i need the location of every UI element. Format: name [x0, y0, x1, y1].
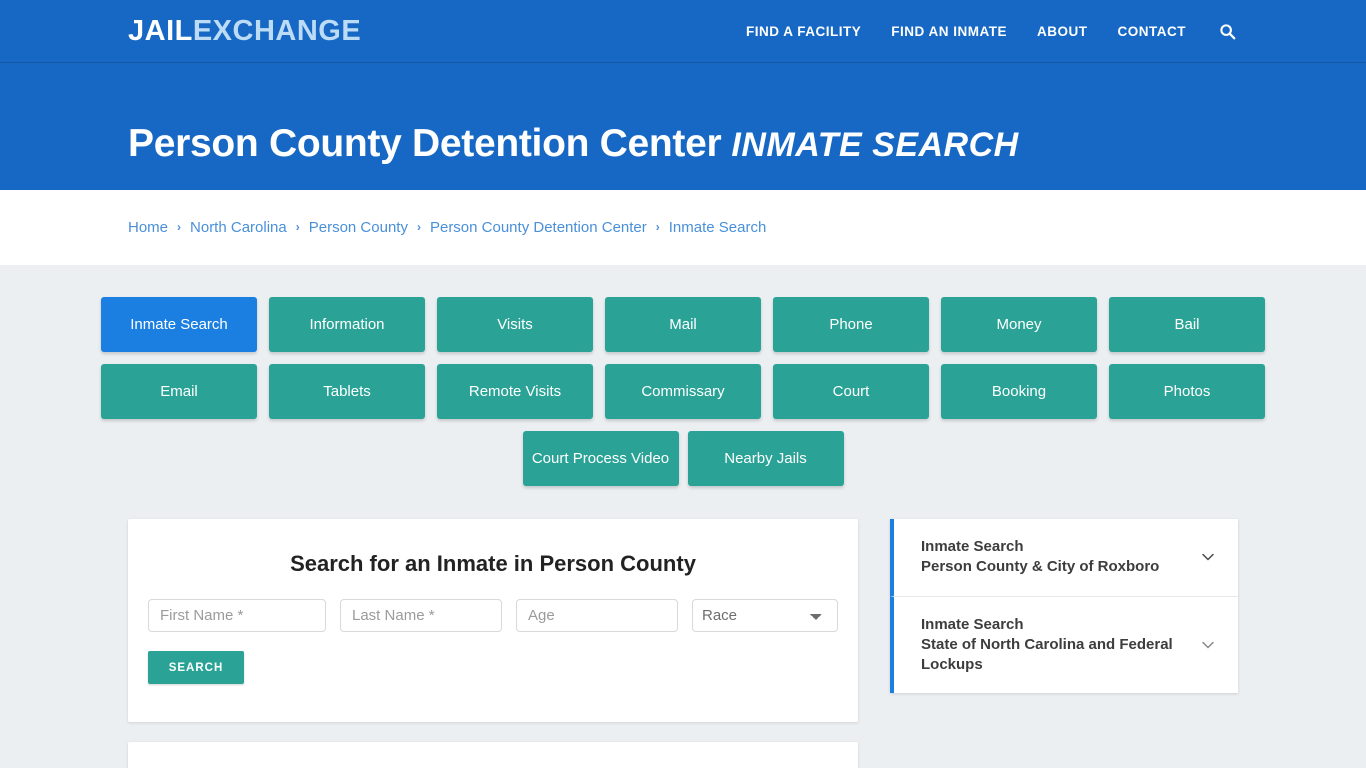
- facility-tabs-row-3: Court Process Video Nearby Jails: [128, 431, 1238, 486]
- tab-photos[interactable]: Photos: [1109, 364, 1265, 419]
- search-icon[interactable]: [1201, 23, 1238, 40]
- accordion-item-person-county[interactable]: Inmate Search Person County & City of Ro…: [890, 519, 1238, 597]
- tab-information[interactable]: Information: [269, 297, 425, 352]
- right-column: Inmate Search Person County & City of Ro…: [890, 519, 1238, 694]
- logo-text-jail: JAIL: [128, 15, 193, 47]
- page-title-section: INMATE SEARCH: [731, 126, 1019, 165]
- inmate-search-card: Search for an Inmate in Person County Ra…: [128, 519, 858, 722]
- tab-tablets[interactable]: Tablets: [269, 364, 425, 419]
- site-logo[interactable]: JAILEXCHANGE: [128, 17, 361, 46]
- tab-money[interactable]: Money: [941, 297, 1097, 352]
- search-submit-button[interactable]: SEARCH: [148, 651, 244, 684]
- breadcrumb-item-north-carolina[interactable]: North Carolina: [190, 219, 287, 236]
- facility-tabs: Inmate Search Information Visits Mail Ph…: [101, 297, 1265, 486]
- main-content: Inmate Search Information Visits Mail Ph…: [0, 265, 1366, 768]
- breadcrumb-item-detention-center[interactable]: Person County Detention Center: [430, 219, 647, 236]
- tab-email[interactable]: Email: [101, 364, 257, 419]
- last-name-input[interactable]: [340, 599, 502, 632]
- breadcrumb-separator-icon: ›: [177, 219, 182, 234]
- tab-bail[interactable]: Bail: [1109, 297, 1265, 352]
- breadcrumb-item-person-county[interactable]: Person County: [309, 219, 408, 236]
- content-columns: Search for an Inmate in Person County Ra…: [128, 519, 1238, 768]
- tab-court[interactable]: Court: [773, 364, 929, 419]
- nav-item-find-a-facility[interactable]: FIND A FACILITY: [731, 24, 876, 39]
- inmate-search-accordion: Inmate Search Person County & City of Ro…: [890, 519, 1238, 694]
- breadcrumb-separator-icon: ›: [416, 219, 421, 234]
- tab-inmate-search[interactable]: Inmate Search: [101, 297, 257, 352]
- tab-nearby-jails[interactable]: Nearby Jails: [687, 431, 844, 486]
- page-title: Person County Detention Center INMATE SEA…: [128, 122, 1019, 166]
- race-select[interactable]: Race: [692, 599, 838, 632]
- chevron-down-icon[interactable]: [1200, 637, 1216, 653]
- breadcrumb-separator-icon: ›: [295, 219, 300, 234]
- breadcrumb-item-inmate-search[interactable]: Inmate Search: [669, 219, 767, 236]
- nav-item-about[interactable]: ABOUT: [1022, 24, 1103, 39]
- left-column: Search for an Inmate in Person County Ra…: [128, 519, 858, 768]
- secondary-results-card: [128, 742, 858, 768]
- accordion-item-subtitle: Person County & City of Roxboro: [921, 558, 1160, 576]
- top-navbar: JAILEXCHANGE FIND A FACILITY FIND AN INM…: [0, 0, 1366, 63]
- tab-phone[interactable]: Phone: [773, 297, 929, 352]
- breadcrumb-item-home[interactable]: Home: [128, 219, 168, 236]
- breadcrumb-bar: Home › North Carolina › Person County › …: [0, 190, 1366, 265]
- page-title-facility: Person County Detention Center: [128, 122, 722, 166]
- chevron-down-icon[interactable]: [1200, 549, 1216, 565]
- tab-commissary[interactable]: Commissary: [605, 364, 761, 419]
- hero-banner: Person County Detention Center INMATE SEA…: [0, 63, 1366, 190]
- tab-booking[interactable]: Booking: [941, 364, 1097, 419]
- search-card-heading: Search for an Inmate in Person County: [290, 551, 696, 576]
- accordion-item-subtitle: State of North Carolina and Federal Lock…: [921, 635, 1173, 673]
- tab-mail[interactable]: Mail: [605, 297, 761, 352]
- primary-nav: FIND A FACILITY FIND AN INMATE ABOUT CON…: [731, 0, 1238, 63]
- nav-item-find-an-inmate[interactable]: FIND AN INMATE: [876, 24, 1022, 39]
- breadcrumb-separator-icon: ›: [655, 219, 660, 234]
- search-form-fields: Race: [148, 599, 838, 632]
- accordion-item-state-federal[interactable]: Inmate Search State of North Carolina an…: [890, 596, 1238, 694]
- first-name-input[interactable]: [148, 599, 326, 632]
- logo-text-exchange: EXCHANGE: [192, 15, 362, 47]
- accordion-item-title: Inmate Search: [921, 538, 1024, 555]
- tab-remote-visits[interactable]: Remote Visits: [437, 364, 593, 419]
- nav-item-contact[interactable]: CONTACT: [1103, 24, 1202, 39]
- age-input[interactable]: [516, 599, 678, 632]
- breadcrumb: Home › North Carolina › Person County › …: [128, 219, 766, 236]
- tab-court-process-video[interactable]: Court Process Video: [522, 431, 679, 486]
- accordion-item-title: Inmate Search: [921, 615, 1024, 633]
- facility-tabs-row-2: Email Tablets Remote Visits Commissary C…: [101, 364, 1265, 419]
- tab-visits[interactable]: Visits: [437, 297, 593, 352]
- facility-tabs-row-1: Inmate Search Information Visits Mail Ph…: [101, 297, 1265, 352]
